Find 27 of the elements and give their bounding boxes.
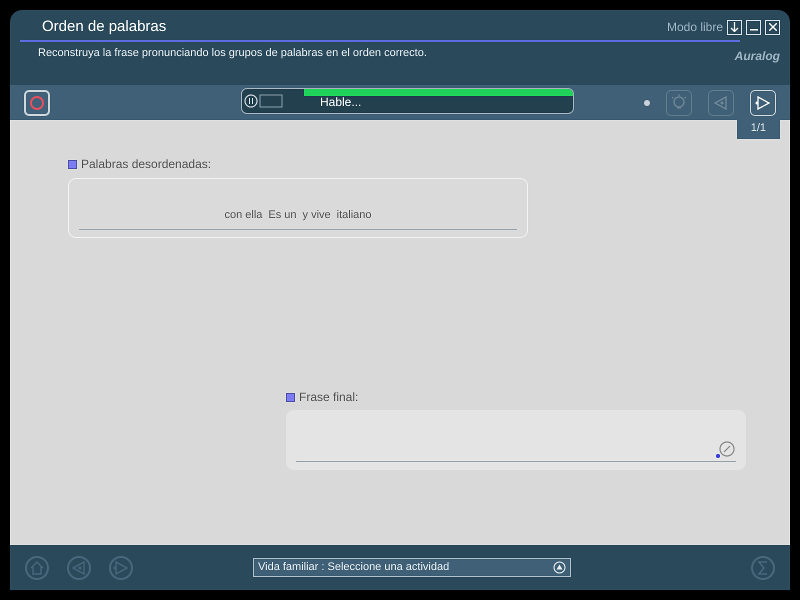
square-icon — [286, 392, 295, 402]
minimize-button[interactable] — [746, 20, 761, 35]
logo: Auralog — [734, 48, 780, 64]
close-icon — [768, 23, 776, 32]
dot-icon — [644, 100, 650, 106]
word-group: Es un — [268, 206, 297, 223]
word-group: y vive — [302, 206, 331, 223]
forward-arrow-button[interactable] — [750, 90, 776, 116]
record-icon — [29, 94, 45, 110]
window-title: Orden de palabras — [41, 17, 166, 37]
download-button[interactable] — [727, 20, 742, 35]
home-icon — [24, 554, 50, 580]
link-icon[interactable] — [716, 439, 736, 459]
word-group: italiano — [336, 206, 372, 223]
record-button[interactable] — [24, 90, 50, 116]
page-counter: 1/1 — [736, 118, 780, 138]
word-group: con ella — [224, 206, 262, 223]
instruction-text: Reconstruya la frase pronunciando los grupos de palabras en el orden correcto. — [38, 46, 427, 60]
status-text: Hable... — [320, 94, 362, 111]
download-icon — [730, 22, 739, 32]
caret-icon — [553, 561, 566, 574]
mode-label: Modo libre — [666, 19, 723, 36]
section-label: Frase final: — [299, 389, 358, 406]
close-button[interactable] — [765, 20, 780, 35]
section-label: Palabras desordenadas: — [81, 156, 212, 173]
square-icon — [68, 160, 77, 168]
activity-dropdown[interactable]: Vida familiar : Seleccione una actividad — [253, 558, 571, 577]
